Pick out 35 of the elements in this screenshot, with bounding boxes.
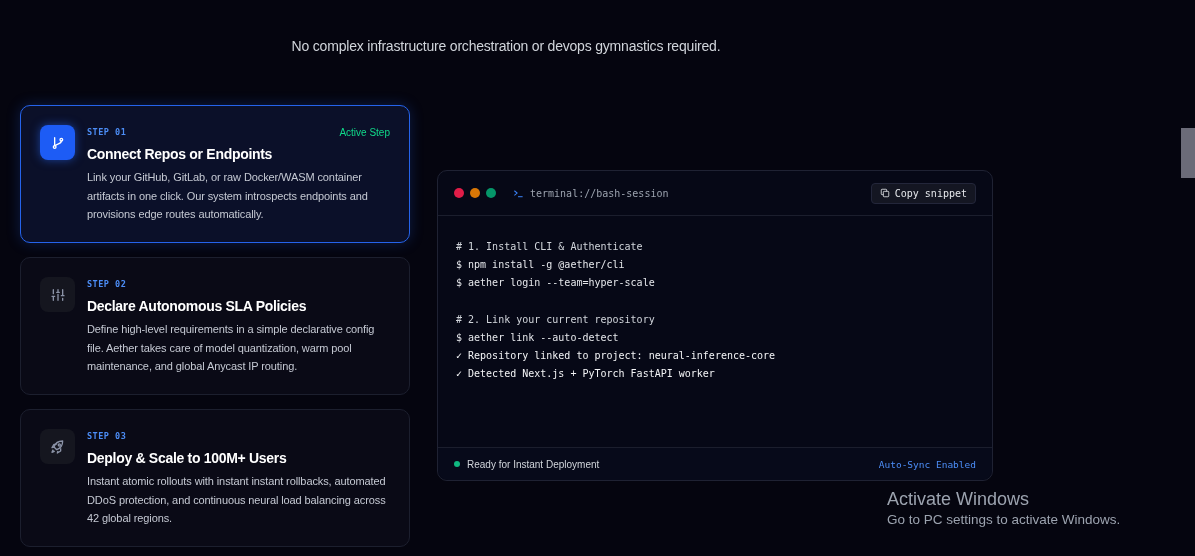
auto-sync-label: Auto-Sync Enabled [878, 458, 976, 470]
tagline: No complex infrastructure orchestration or devops gymnastics required. [291, 38, 721, 54]
step-card[interactable]: STEP 01 Active Step Connect Repos or Endpoints Link your GitHub, GitLab, or raw Docker/WASM container artifacts in one click. Our system introspects endpoints and provisions edge routes automatically. [20, 105, 410, 243]
step-description: Define high-level requirements in a simple declarative config file. Aether takes care of model quantization, warm pool maintenance, and global Anycast IP routing. [87, 322, 376, 374]
step-number: STEP 02 [87, 279, 127, 289]
activation-notice-title: Activate Windows [887, 489, 1031, 510]
step-title: Connect Repos or Endpoints [87, 146, 274, 162]
code-line: ✓ Repository linked to project: neural-inference-core [456, 349, 777, 363]
step-card[interactable] [20, 257, 410, 395]
copy-icon [879, 188, 890, 198]
code-line: $ npm install -g @aether/cli [456, 258, 626, 273]
code-line: # 1. Install CLI & Authenticate [456, 240, 644, 254]
step-number: STEP 01 [87, 127, 127, 137]
activation-notice-text: Go to PC settings to activate Windows. [887, 512, 1121, 527]
step-title: Deploy & Scale to 100M+ Users [87, 450, 288, 466]
code-line: ✓ Detected Next.js + PyTorch FastAPI worker [456, 367, 716, 382]
code-line: $ aether login --team=hyper-scale [456, 276, 656, 291]
code-line: $ aether link --auto-detect [456, 330, 620, 345]
sliders-icon [49, 286, 66, 303]
rocket-icon [49, 438, 66, 455]
window-control-dot[interactable] [470, 188, 480, 198]
window-control-dot[interactable] [486, 188, 496, 198]
copy-snippet-button[interactable]: Copy snippet [870, 182, 976, 204]
step-number: STEP 03 [87, 431, 127, 441]
terminal-title: terminal://bash-session [530, 187, 669, 199]
step-title: Declare Autonomous SLA Policies [87, 298, 308, 314]
active-step-label: Active Step [339, 126, 390, 138]
window-control-dot[interactable] [454, 188, 464, 198]
status-text: Ready for Instant Deployment [467, 458, 600, 470]
step-description: Instant atomic rollouts with instant instant rollbacks, automated DDoS protection, and continuous neural load balancing across 42 global regions. [87, 474, 387, 526]
code-line: # 2. Link your current repository [456, 312, 656, 327]
step-description: Link your GitHub, GitLab, or raw Docker/WASM container artifacts in one click. Our system introspects endpoints and provisions edge routes automatically. [87, 170, 369, 222]
status-dot [454, 461, 460, 467]
step-card[interactable]: STEP 03 Deploy & Scale to 100M+ Users Instant atomic rollouts with instant instant rollbacks, automated DDoS protection, and continuous neural load balancing across 42 global regions. [20, 409, 410, 547]
scrollbar-thumb[interactable] [1181, 128, 1195, 178]
